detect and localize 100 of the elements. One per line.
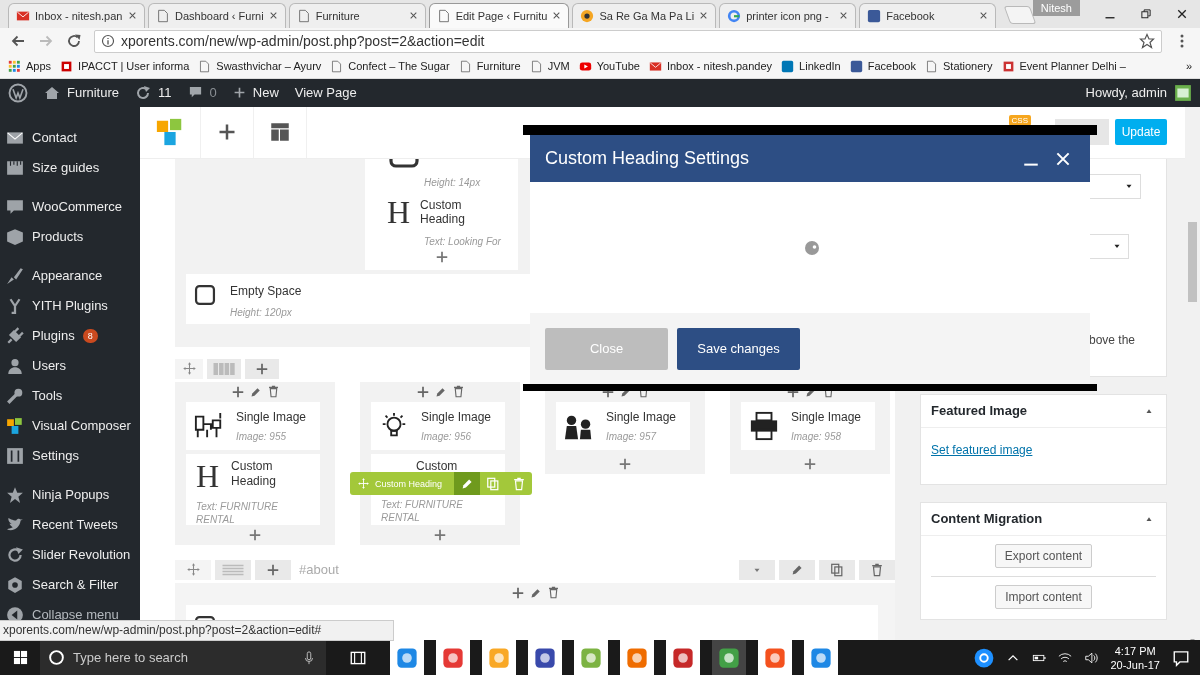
- bookmark-link[interactable]: Event Planner Delhi –: [1001, 59, 1126, 73]
- close-icon[interactable]: [1176, 7, 1188, 20]
- element-subtitle: Text: FURNITURE RENTAL: [381, 497, 464, 524]
- close-icon[interactable]: [839, 11, 849, 21]
- edit-button[interactable]: [779, 559, 815, 580]
- restore-icon[interactable]: [1140, 7, 1152, 20]
- browser-tab[interactable]: Furniture: [288, 2, 426, 28]
- save-button[interactable]: Save changes: [677, 327, 800, 370]
- view-page-link[interactable]: View Page: [294, 85, 357, 101]
- menu-item[interactable]: YITH Plugins: [0, 290, 140, 321]
- app-icon[interactable]: [534, 646, 556, 669]
- app-icon[interactable]: [718, 646, 740, 669]
- app-icon[interactable]: [396, 646, 418, 669]
- app-icon[interactable]: [810, 646, 832, 669]
- more-bookmarks-button[interactable]: »: [1185, 60, 1192, 73]
- set-featured-image-link[interactable]: Set featured image: [931, 442, 1033, 457]
- notification-icon[interactable]: [1172, 648, 1190, 667]
- document-icon: [156, 8, 170, 23]
- close-icon[interactable]: [552, 11, 562, 21]
- bookmark-link[interactable]: IPACCT | User informa: [60, 59, 190, 73]
- app-icon[interactable]: [442, 646, 464, 669]
- browser-tab[interactable]: printer icon png -: [719, 2, 857, 28]
- element-subtitle: Height: 120px: [230, 306, 293, 318]
- bookmark-link[interactable]: Stationery: [925, 59, 993, 73]
- bookmark-link[interactable]: Inbox - nitesh.pandey: [648, 59, 773, 73]
- address-field[interactable]: xporents.com/new/wp-admin/post.php?post=2&action=edit: [94, 29, 1162, 53]
- element-title: Custom: [416, 458, 458, 473]
- speaker-icon[interactable]: [1084, 650, 1099, 665]
- menu-item[interactable]: Plugins 8: [0, 320, 140, 351]
- status-url-tooltip: xporents.com/new/wp-admin/post.php?post=2&action=edit#: [0, 620, 394, 641]
- add-column-button[interactable]: [255, 559, 291, 580]
- info-icon[interactable]: [101, 34, 115, 49]
- element-card[interactable]: Single Image Image: 957: [556, 401, 690, 450]
- windows-icon: [12, 650, 28, 665]
- content-button[interactable]: Import content: [995, 584, 1092, 609]
- layout-icon: [270, 122, 290, 143]
- app-icon[interactable]: [672, 646, 694, 669]
- bookmark-link[interactable]: Apps: [8, 59, 52, 73]
- menu-item[interactable]: Appearance: [0, 260, 140, 291]
- menu-item[interactable]: Ninja Popups: [0, 479, 140, 510]
- close-icon[interactable]: [979, 11, 989, 21]
- close-icon[interactable]: [268, 11, 278, 21]
- menu-item[interactable]: Settings: [0, 440, 140, 471]
- new-link[interactable]: New: [232, 85, 279, 101]
- browser-tab[interactable]: Sa Re Ga Ma Pa Li: [572, 2, 717, 28]
- comments-link[interactable]: 0: [187, 85, 217, 101]
- close-icon[interactable]: [408, 11, 418, 21]
- app-icon[interactable]: [764, 646, 786, 669]
- disc-icon: [580, 8, 595, 23]
- scrollbar-thumb[interactable]: [1188, 221, 1197, 302]
- menu-item[interactable]: Products: [0, 221, 140, 252]
- heading-icon: H: [387, 195, 411, 228]
- menu-item[interactable]: Slider Revolution: [0, 539, 140, 570]
- scrollbar[interactable]: [1185, 106, 1200, 640]
- search-field[interactable]: Type here to search: [40, 640, 326, 675]
- edit-button[interactable]: [454, 472, 481, 495]
- bookmark-link[interactable]: YouTube: [578, 59, 640, 73]
- bookmark-link[interactable]: Confect – The Sugar: [330, 59, 450, 73]
- updates-link[interactable]: 11: [135, 84, 172, 101]
- menu-item[interactable]: WooCommerce: [0, 191, 140, 222]
- delete-button[interactable]: [859, 559, 895, 580]
- help-icon[interactable]: [974, 647, 995, 668]
- microphone-icon[interactable]: [302, 650, 316, 665]
- close-icon[interactable]: [128, 11, 137, 21]
- element-card[interactable]: Single Image Image: 956: [371, 401, 505, 450]
- browser-tab[interactable]: Facebook: [859, 2, 997, 28]
- browser-tab[interactable]: Dashboard ‹ Furni: [148, 2, 286, 28]
- menu-item[interactable]: Recent Tweets: [0, 509, 140, 540]
- content-button[interactable]: Export content: [994, 543, 1093, 568]
- star-icon[interactable]: [1139, 33, 1155, 50]
- element-card[interactable]: Single Image Image: 955: [186, 401, 320, 450]
- close-icon[interactable]: [699, 11, 709, 21]
- square-icon: [867, 8, 882, 23]
- reload-icon[interactable]: [66, 33, 82, 50]
- browser-tab[interactable]: Edit Page ‹ Furnitu: [428, 2, 570, 28]
- menu-item[interactable]: Tools: [0, 380, 140, 411]
- site-link[interactable]: Furniture: [44, 84, 120, 101]
- clone-button[interactable]: [819, 559, 855, 580]
- bookmark-link[interactable]: JVM: [529, 59, 570, 73]
- bookmark-link[interactable]: Facebook: [849, 59, 916, 73]
- bookmark-link[interactable]: Swasthvichar – Ayurv: [198, 59, 322, 73]
- move-button[interactable]: [175, 559, 211, 580]
- account-link[interactable]: Howdy, admin: [1085, 83, 1192, 102]
- menu-item[interactable]: Contact: [0, 122, 140, 153]
- menu-item[interactable]: Size guides: [0, 152, 140, 183]
- browser-tab[interactable]: Inbox - nitesh.pan: [8, 2, 145, 28]
- css-badge: CSS: [1008, 114, 1031, 126]
- menu-item[interactable]: Users: [0, 350, 140, 381]
- bookmark-link[interactable]: LinkedIn: [781, 59, 841, 73]
- move-button[interactable]: [175, 358, 203, 379]
- refresh-icon: [135, 84, 152, 101]
- menu-item[interactable]: Search & Filter: [0, 569, 140, 600]
- clock[interactable]: 4:17 PM 20-Jun-17: [1110, 643, 1160, 672]
- toggle-button[interactable]: [739, 559, 775, 580]
- element-card[interactable]: Single Image Image: 958: [741, 401, 875, 450]
- bookmark-link[interactable]: Furniture: [458, 59, 521, 73]
- menu-item[interactable]: Visual Composer: [0, 410, 140, 441]
- logo-icon[interactable]: [8, 82, 28, 103]
- wifi-icon[interactable]: [1058, 650, 1073, 665]
- add-column-button[interactable]: [245, 358, 279, 379]
